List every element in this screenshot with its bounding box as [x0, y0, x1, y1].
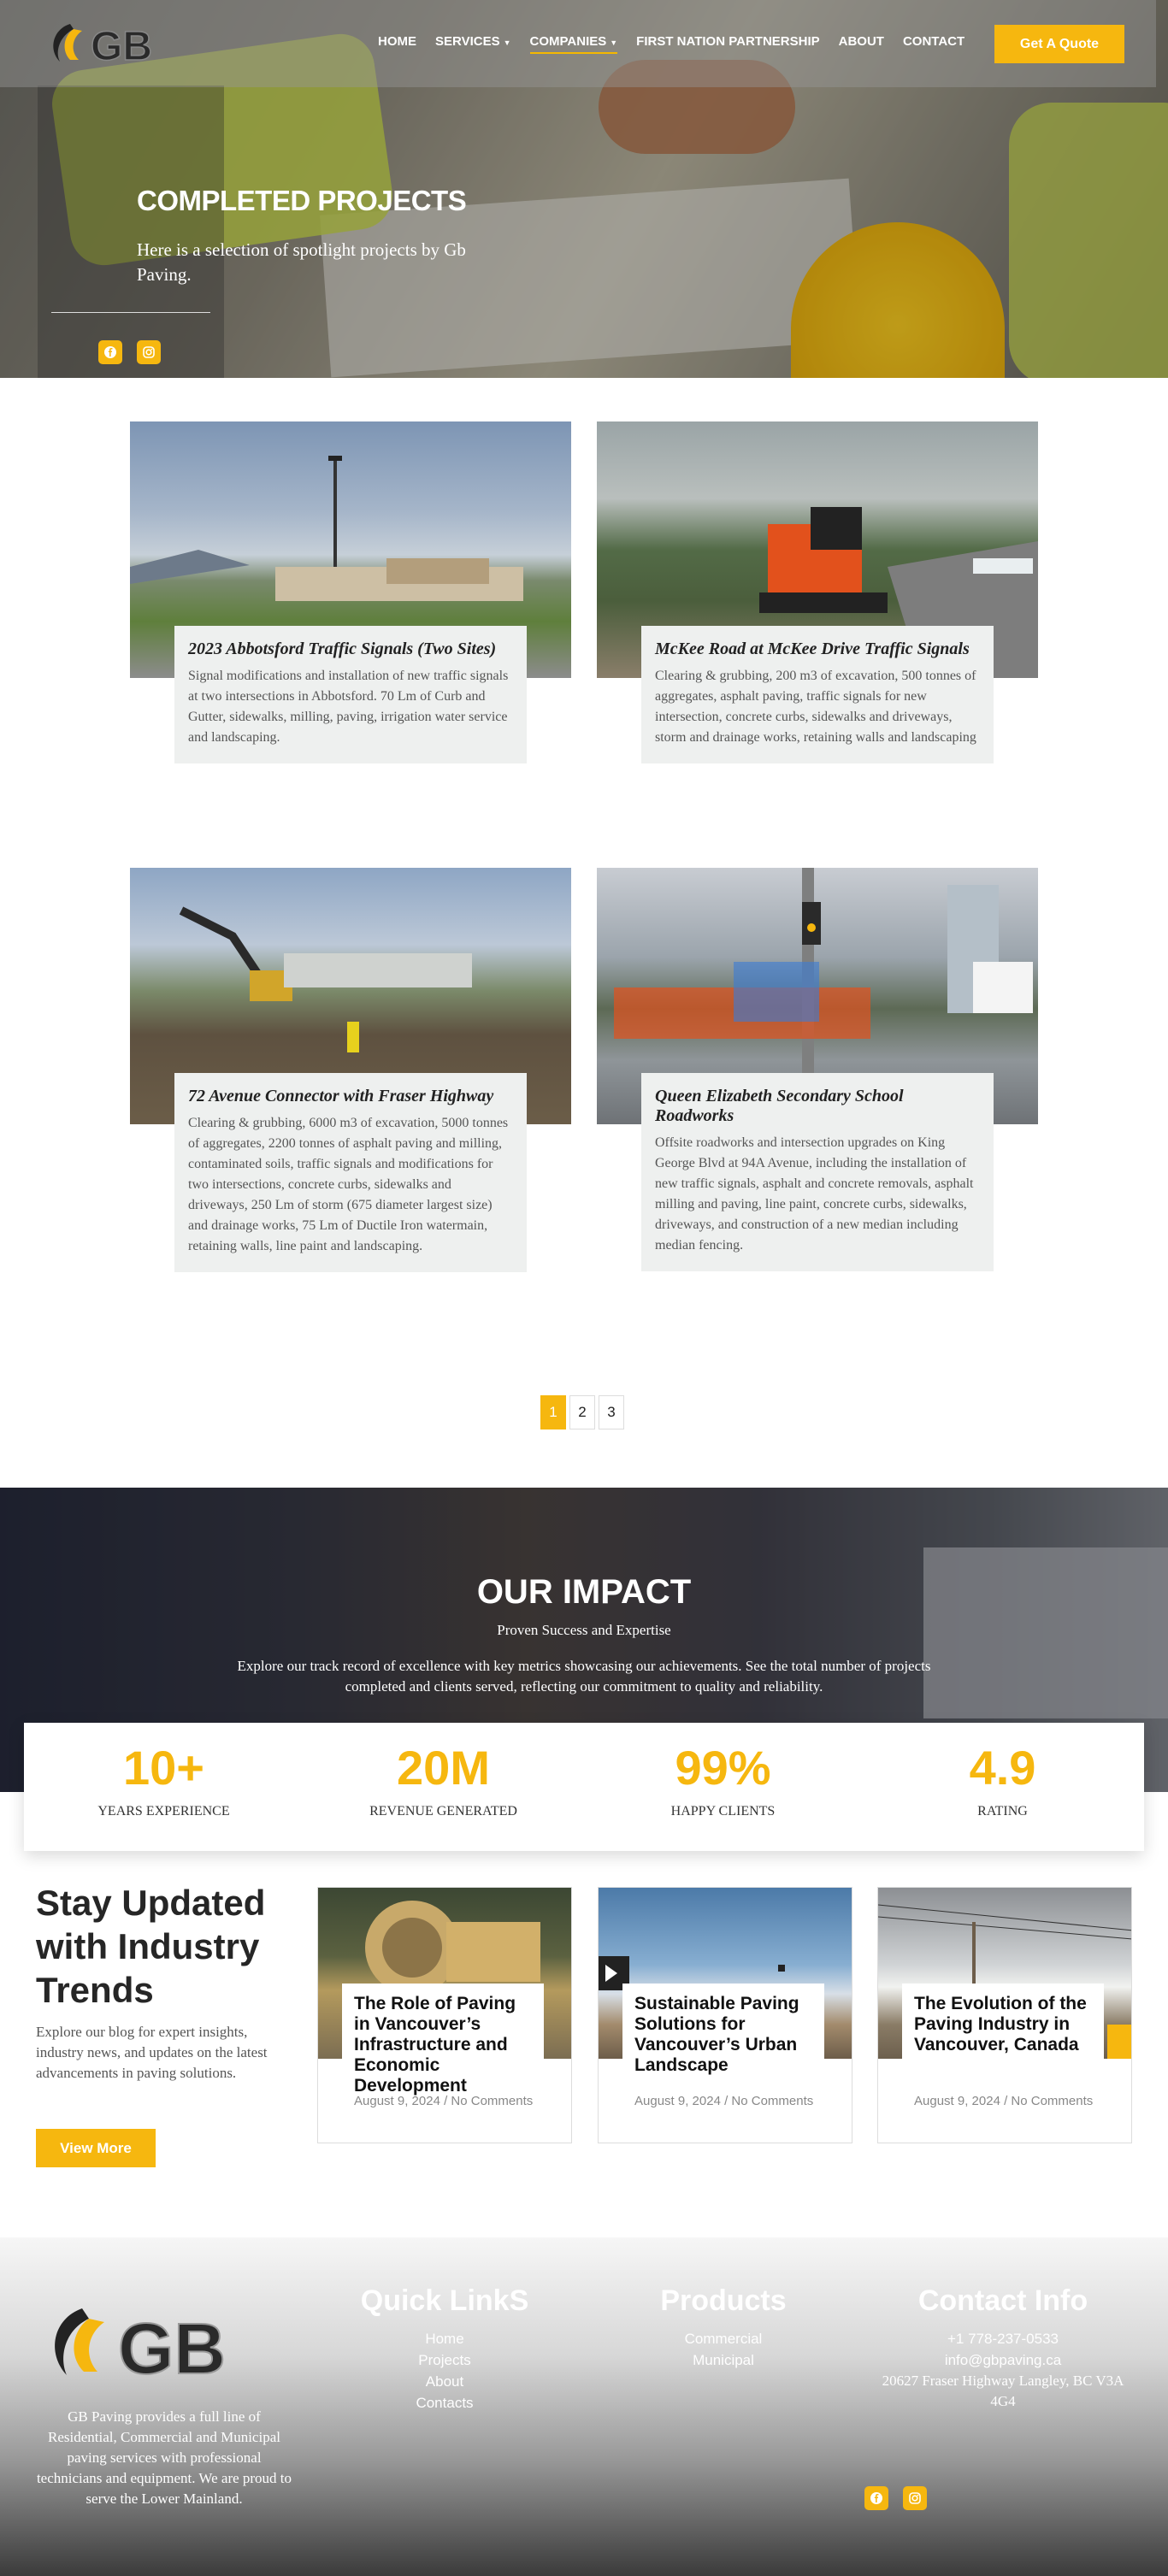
- impact-subtitle: Proven Success and Expertise: [497, 1622, 671, 1638]
- stat-happy-clients: 99% HAPPY CLIENTS: [583, 1723, 863, 1819]
- caret-down-icon: ▼: [610, 38, 618, 47]
- instagram-icon[interactable]: [137, 340, 161, 364]
- impact-title: OUR IMPACT: [476, 1573, 692, 1611]
- project-description: Signal modifications and installation of…: [188, 669, 509, 745]
- top-navbar: GB HOME SERVICES ▼ COMPANIES ▼ FIRST NATIO…: [0, 0, 1156, 87]
- project-description: Clearing & grubbing, 6000 m3 of excavati…: [188, 1116, 509, 1253]
- nav-contact[interactable]: CONTACT: [903, 34, 964, 54]
- main-menu: HOME SERVICES ▼ COMPANIES ▼ FIRST NATION P…: [378, 34, 983, 54]
- footer-link-projects[interactable]: Projects: [342, 2349, 547, 2371]
- blog-intro: Explore our blog for expert insights, in…: [36, 2024, 268, 2081]
- footer-contact: Contact Info +1 778-237-0533 info@gbpavi…: [872, 2284, 1134, 2412]
- post-title-box: Sustainable Paving Solutions for Vancouv…: [622, 1984, 824, 2086]
- instagram-icon[interactable]: [903, 2486, 927, 2510]
- project-card: McKee Road at McKee Drive Traffic Signal…: [641, 626, 994, 763]
- hero-subtitle: Here is a selection of spotlight project…: [137, 239, 466, 285]
- stat-value: 99%: [675, 1741, 771, 1795]
- footer-address: 20627 Fraser Highway Langley, BC V3A 4G4: [882, 2373, 1124, 2409]
- footer-link-municipal[interactable]: Municipal: [621, 2349, 826, 2371]
- project-title[interactable]: Queen Elizabeth Secondary School Roadwor…: [655, 1087, 980, 1126]
- svg-text:GB: GB: [118, 2308, 226, 2387]
- hero-title: COMPLETED PROJECTS: [137, 185, 467, 216]
- footer-phone-link[interactable]: +1 778-237-0533: [872, 2328, 1134, 2349]
- blog-heading: Stay Updated with Industry Trends: [36, 1883, 266, 2010]
- project-card: 2023 Abbotsford Traffic Signals (Two Sit…: [174, 626, 527, 763]
- post-meta: August 9, 2024 / No Comments: [914, 2094, 1094, 2108]
- project-description: Clearing & grubbing, 200 m3 of excavatio…: [655, 669, 976, 745]
- stat-value: 10+: [123, 1741, 204, 1795]
- page-link-1[interactable]: 1: [540, 1395, 566, 1429]
- facebook-icon[interactable]: [864, 2486, 888, 2510]
- get-a-quote-button[interactable]: Get A Quote: [994, 25, 1124, 63]
- stat-rating: 4.9 RATING: [863, 1723, 1142, 1819]
- footer-heading: Quick LinkS: [360, 2284, 529, 2317]
- blog-post-card[interactable]: The Role of Paving in Vancouver’s Infras…: [317, 1887, 572, 2143]
- stat-revenue: 20M REVENUE GENERATED: [304, 1723, 583, 1819]
- blog-post-card[interactable]: Sustainable Paving Solutions for Vancouv…: [598, 1887, 852, 2143]
- facebook-icon[interactable]: [98, 340, 122, 364]
- post-title-box: The Evolution of the Paving Industry in …: [902, 1984, 1104, 2069]
- stat-label: HAPPY CLIENTS: [670, 1804, 776, 1819]
- footer-link-commercial[interactable]: Commercial: [621, 2328, 826, 2349]
- post-meta: August 9, 2024 / No Comments: [354, 2094, 534, 2108]
- page-link-2[interactable]: 2: [569, 1395, 595, 1429]
- nav-about[interactable]: ABOUT: [839, 34, 884, 54]
- stat-label: YEARS EXPERIENCE: [97, 1804, 230, 1819]
- post-title[interactable]: Sustainable Paving Solutions for Vancouv…: [634, 1994, 812, 2076]
- footer-link-contacts[interactable]: Contacts: [342, 2392, 547, 2414]
- project-title[interactable]: 2023 Abbotsford Traffic Signals (Two Sit…: [188, 640, 513, 659]
- nav-first-nation-partnership[interactable]: FIRST NATION PARTNERSHIP: [636, 34, 819, 54]
- post-title-box: The Role of Paving in Vancouver’s Infras…: [342, 1984, 544, 2107]
- stat-value: 4.9: [969, 1741, 1036, 1795]
- stat-years: 10+ YEARS EXPERIENCE: [24, 1723, 304, 1819]
- project-title[interactable]: McKee Road at McKee Drive Traffic Signal…: [655, 640, 980, 659]
- divider: [51, 312, 210, 313]
- footer-link-home[interactable]: Home: [342, 2328, 547, 2349]
- footer-email-link[interactable]: info@gbpaving.ca: [872, 2349, 1134, 2371]
- nav-services[interactable]: SERVICES ▼: [435, 34, 511, 54]
- footer-quick-links: Quick LinkS Home Projects About Contacts: [342, 2284, 547, 2414]
- stat-value: 20M: [397, 1741, 490, 1795]
- caret-down-icon: ▼: [503, 38, 511, 47]
- project-title[interactable]: 72 Avenue Connector with Fraser Highway: [188, 1087, 513, 1106]
- project-card: 72 Avenue Connector with Fraser Highway …: [174, 1073, 527, 1272]
- project-description: Offsite roadworks and intersection upgra…: [655, 1135, 974, 1253]
- post-meta: August 9, 2024 / No Comments: [634, 2094, 814, 2108]
- post-title[interactable]: The Role of Paving in Vancouver’s Infras…: [354, 1994, 532, 2096]
- stat-label: RATING: [977, 1804, 1028, 1819]
- project-card: Queen Elizabeth Secondary School Roadwor…: [641, 1073, 994, 1271]
- impact-description: Explore our track record of excellence w…: [237, 1658, 931, 1695]
- gb-footer-logo[interactable]: GB: [39, 2300, 292, 2387]
- blog-post-card[interactable]: The Evolution of the Paving Industry in …: [877, 1887, 1132, 2143]
- nav-companies[interactable]: COMPANIES ▼: [529, 34, 618, 54]
- nav-home[interactable]: HOME: [378, 34, 416, 54]
- stat-label: REVENUE GENERATED: [369, 1804, 517, 1819]
- post-title[interactable]: The Evolution of the Paving Industry in …: [914, 1994, 1092, 2055]
- page: GB HOME SERVICES ▼ COMPANIES ▼ FIRST NATIO…: [0, 0, 1168, 2576]
- gb-logo[interactable]: GB: [44, 17, 190, 70]
- footer-products: Products Commercial Municipal: [621, 2284, 826, 2371]
- pagination: 1 2 3: [540, 1395, 628, 1429]
- page-link-3[interactable]: 3: [599, 1395, 624, 1429]
- footer-link-about[interactable]: About: [342, 2371, 547, 2392]
- footer-about: GB Paving provides a full line of Reside…: [36, 2408, 292, 2507]
- svg-text:GB: GB: [91, 24, 152, 69]
- stats-panel: 10+ YEARS EXPERIENCE 20M REVENUE GENERAT…: [24, 1723, 1144, 1851]
- view-more-button[interactable]: View More: [36, 2129, 156, 2167]
- footer-heading: Contact Info: [917, 2284, 1088, 2317]
- footer-heading: Products: [660, 2284, 787, 2317]
